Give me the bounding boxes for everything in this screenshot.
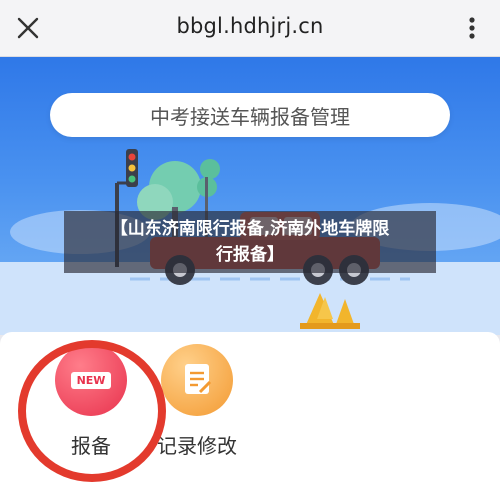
page-title: 中考接送车辆报备管理 xyxy=(50,93,450,137)
hero-banner: 中考接送车辆报备管理 xyxy=(0,57,500,335)
overlay-line-2: 行报备】 xyxy=(216,245,284,265)
browser-toolbar: bbgl.hdhjrj.cn xyxy=(0,0,500,57)
new-badge: NEW xyxy=(70,371,112,389)
new-badge-icon: NEW xyxy=(55,344,127,416)
article-title-overlay: 【山东济南限行报备,济南外地车牌限 行报备】 xyxy=(64,211,436,273)
document-edit-icon xyxy=(161,344,233,416)
report-label: 报备 xyxy=(71,434,111,458)
action-panel: NEW 报备 记录修改 xyxy=(0,332,500,484)
page-url: bbgl.hdhjrj.cn xyxy=(176,14,324,38)
more-vertical-icon xyxy=(469,17,475,39)
more-menu-button[interactable] xyxy=(456,12,488,44)
record-edit-button[interactable]: 记录修改 xyxy=(142,344,252,459)
record-edit-label: 记录修改 xyxy=(157,434,237,458)
overlay-line-1: 【山东济南限行报备,济南外地车牌限 xyxy=(110,219,390,239)
report-button[interactable]: NEW 报备 xyxy=(36,344,146,459)
